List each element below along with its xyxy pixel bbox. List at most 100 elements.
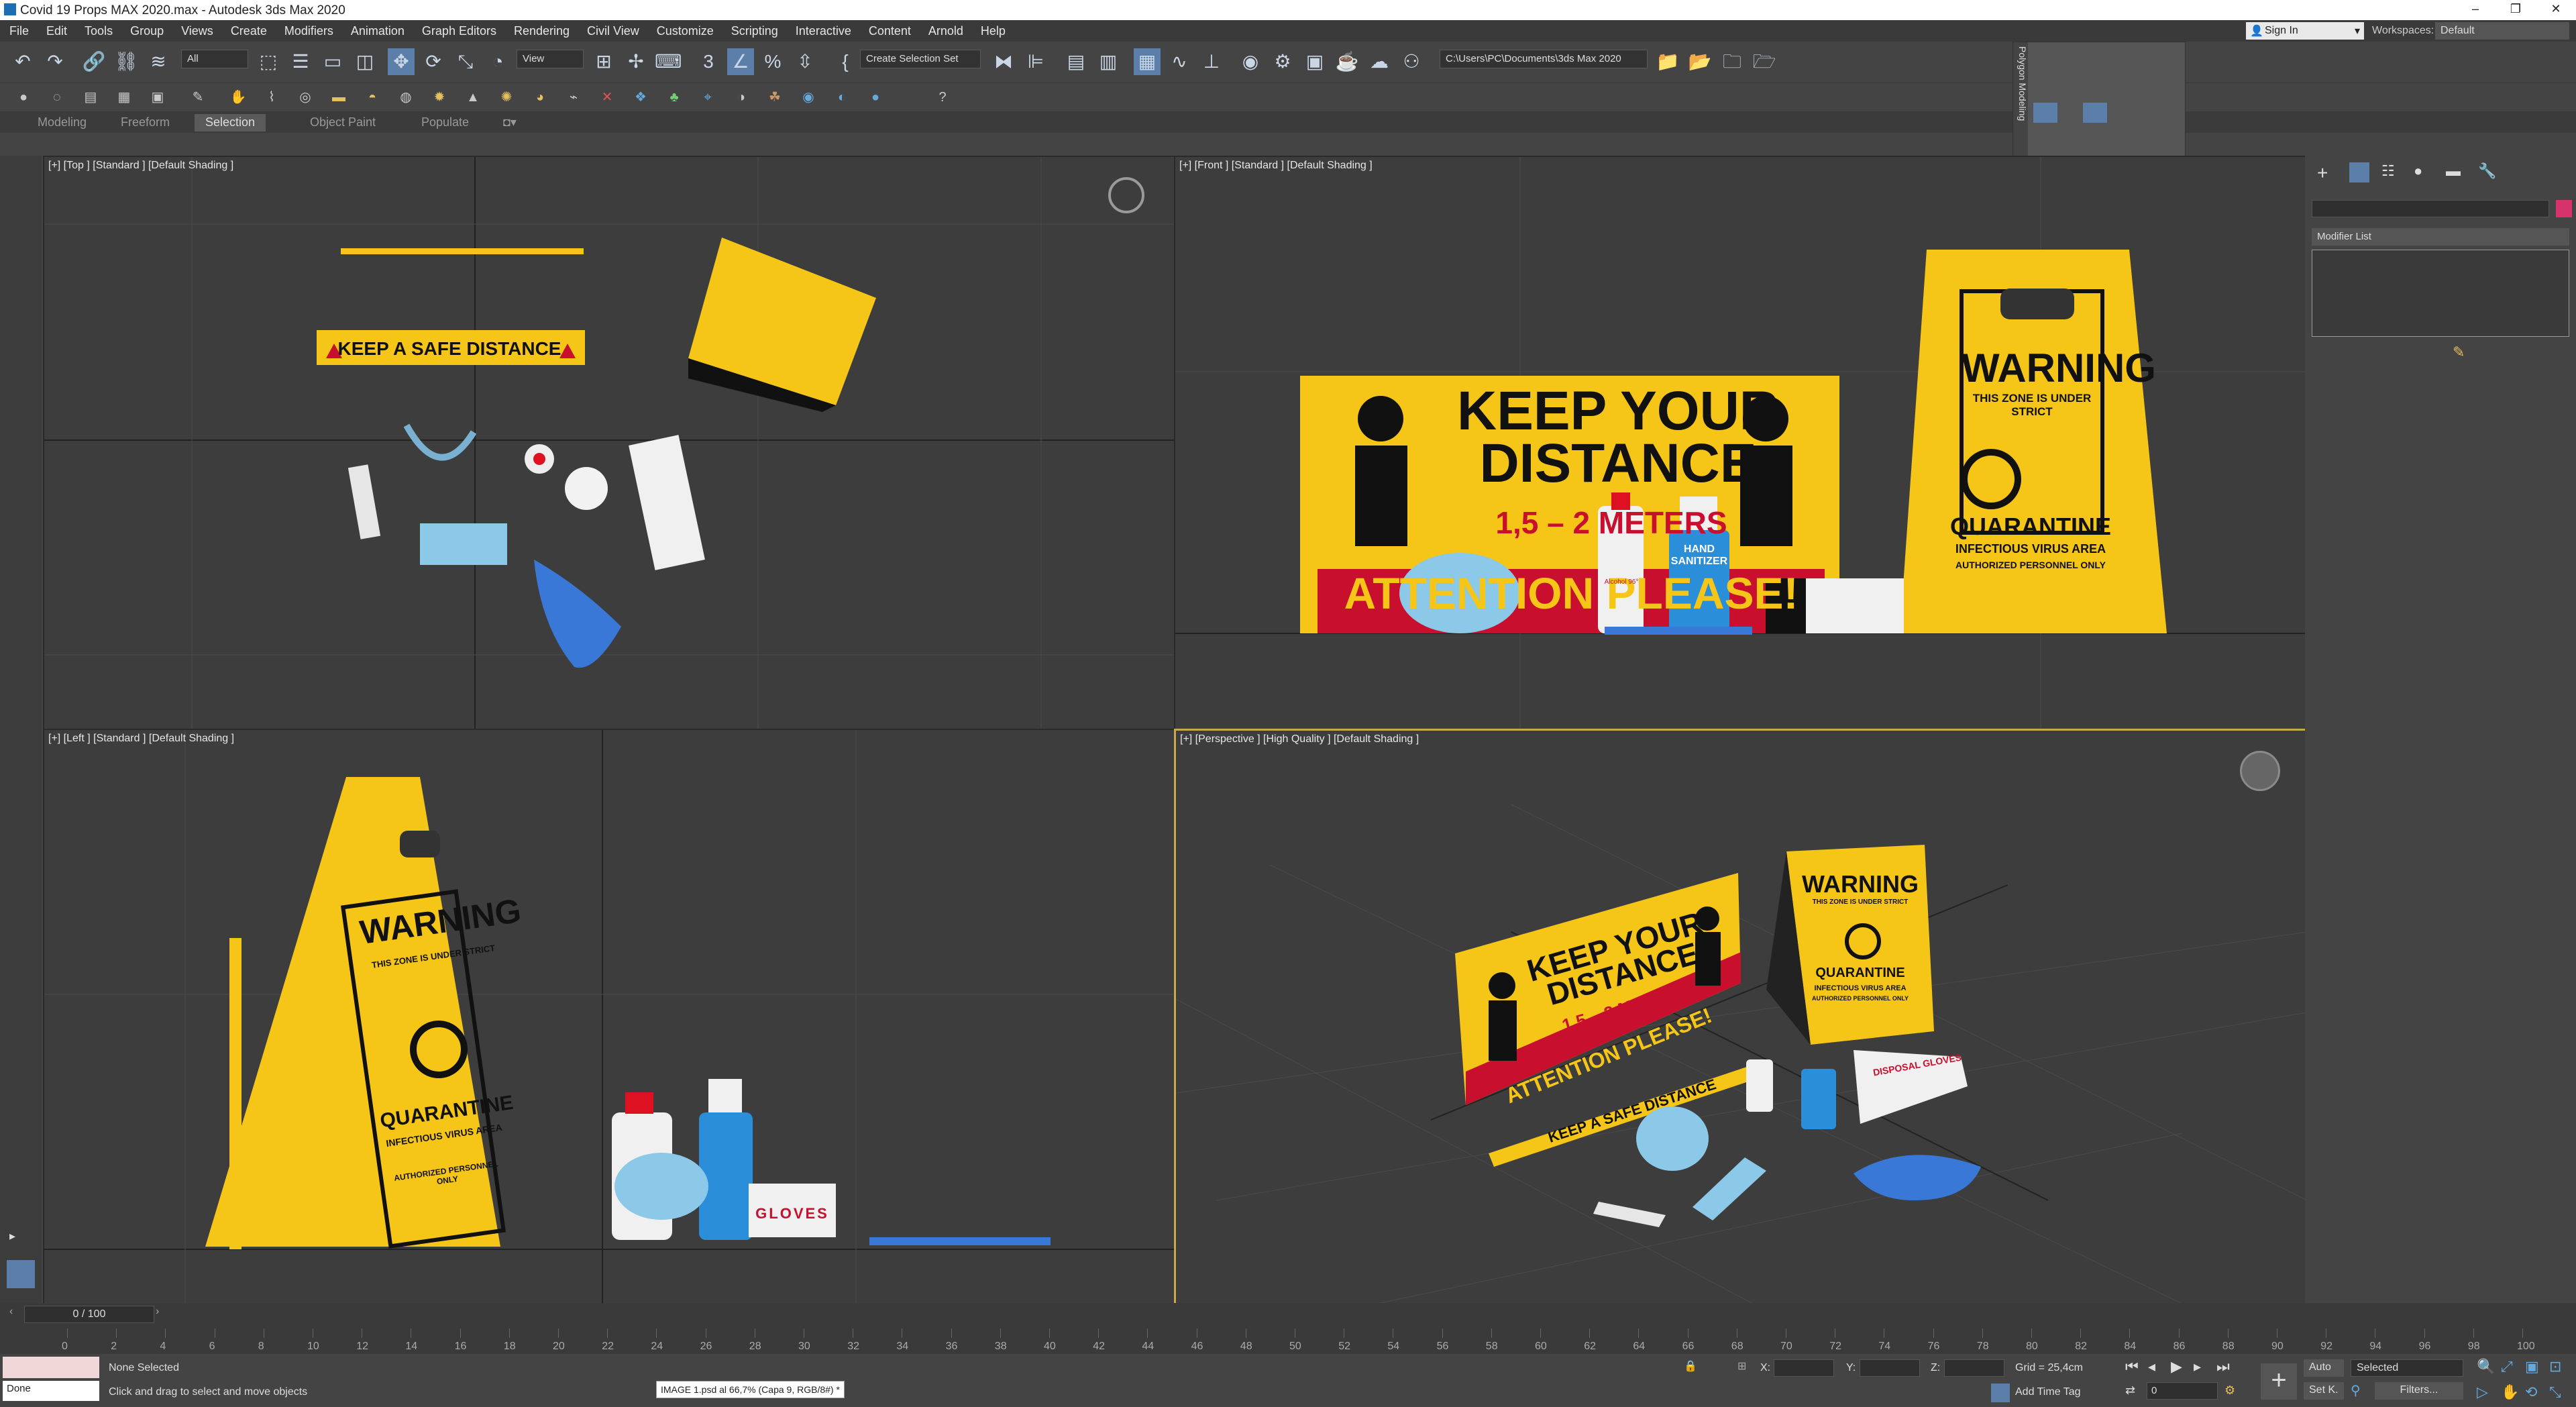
snaps-toggle-icon[interactable]: 3 xyxy=(695,48,722,75)
undo-icon[interactable]: ↶ xyxy=(9,48,36,75)
render-production-icon[interactable]: ☕ xyxy=(1334,48,1360,75)
rendered-frame-icon[interactable]: ▣ xyxy=(1301,48,1328,75)
tab-selection[interactable]: Selection xyxy=(195,114,266,132)
vertex-mode-icon[interactable] xyxy=(2033,103,2057,123)
tab-populate[interactable]: Populate xyxy=(411,114,480,132)
modifier-list-select[interactable]: Modifier List xyxy=(2312,228,2569,246)
pivot-center-icon[interactable]: ⊞ xyxy=(590,48,617,75)
selection-filter-select[interactable]: All xyxy=(181,50,248,68)
menu-content[interactable]: Content xyxy=(859,20,919,38)
keyboard-shortcut-icon[interactable]: ⌨ xyxy=(655,48,682,75)
slider-left-arrow[interactable]: ‹ xyxy=(9,1306,23,1322)
spinner-snap-icon[interactable]: ⇳ xyxy=(792,48,818,75)
play-icon[interactable]: ▶ xyxy=(2171,1358,2182,1375)
set-key-icon[interactable]: + xyxy=(2261,1363,2297,1400)
pan-icon[interactable]: ✋ xyxy=(2501,1384,2519,1401)
menu-edit[interactable]: Edit xyxy=(37,20,75,38)
track-bar[interactable]: 0 2 4 6 8 10 12 14 16 18 20 22 24 26 28 30 32 34 36 38 40 42 4… xyxy=(0,1327,2576,1354)
window-crossing-icon[interactable]: ◫ xyxy=(352,48,378,75)
menu-file[interactable]: File xyxy=(0,20,37,38)
frame-counter[interactable]: 0 / 100 xyxy=(24,1306,154,1323)
tab-object-paint[interactable]: Object Paint xyxy=(299,114,386,132)
unlink-icon[interactable]: ⛓ xyxy=(113,48,140,75)
menu-tools[interactable]: Tools xyxy=(75,20,121,38)
select-manipulate-icon[interactable]: ✢ xyxy=(623,48,649,75)
filters-button[interactable]: Filters... xyxy=(2375,1382,2463,1400)
placement-icon[interactable]: ◔ xyxy=(484,48,511,75)
material-editor-icon[interactable]: ◉ xyxy=(1237,48,1264,75)
project-folder-select[interactable]: C:\Users\PC\Documents\3ds Max 2020 xyxy=(1440,50,1648,68)
viewcube-perspective-icon[interactable] xyxy=(2240,751,2280,791)
sun-icon[interactable]: ✺ xyxy=(496,87,517,107)
cylinder-icon[interactable]: ◍ xyxy=(396,87,416,107)
current-frame-field[interactable]: 0 xyxy=(2147,1382,2218,1400)
layer-explorer-icon[interactable]: ▥ xyxy=(1095,48,1122,75)
box-icon[interactable]: ▬ xyxy=(329,87,349,107)
viewport-left[interactable]: [+] [Left ] [Standard ] [Default Shading… xyxy=(43,729,1175,1304)
time-slider[interactable]: ‹ 0 / 100 › xyxy=(0,1303,2576,1327)
zoom-all-icon[interactable]: ⤢ xyxy=(2501,1358,2513,1375)
lasso-icon[interactable]: ◌ xyxy=(47,87,67,107)
orbit-icon[interactable]: ⟲ xyxy=(2525,1384,2537,1401)
slider-right-arrow[interactable]: › xyxy=(156,1306,169,1322)
viewport-front[interactable]: [+] [Front ] [Standard ] [Default Shadin… xyxy=(1174,156,2308,730)
z-coordinate-field[interactable] xyxy=(1944,1359,2004,1377)
zoom-extents-all-icon[interactable]: ⊡ xyxy=(2549,1358,2561,1375)
menu-modifiers[interactable]: Modifiers xyxy=(275,20,341,38)
bind-space-warp-icon[interactable]: ≋ xyxy=(145,48,172,75)
reference-coord-select[interactable]: View xyxy=(517,50,584,68)
play-strip-icon[interactable]: ▸ xyxy=(9,1229,32,1249)
tool-e-icon[interactable]: ⌖ xyxy=(698,87,718,107)
y-coordinate-field[interactable] xyxy=(1860,1359,1920,1377)
tool-a-icon[interactable]: ⌁ xyxy=(564,87,584,107)
select-scale-icon[interactable]: ⤡ xyxy=(452,48,479,75)
fov-icon[interactable]: ▷ xyxy=(2477,1384,2488,1401)
time-config-icon[interactable]: ⚙ xyxy=(2224,1384,2235,1398)
sign-in-button[interactable]: 👤 Sign In ▾ xyxy=(2246,22,2364,40)
menu-help[interactable]: Help xyxy=(971,20,1014,38)
redo-icon[interactable]: ↷ xyxy=(42,48,68,75)
mirror-icon[interactable]: ⧓ xyxy=(990,48,1017,75)
lock-icon[interactable]: 🔒 xyxy=(1684,1359,1697,1373)
menu-scripting[interactable]: Scripting xyxy=(722,20,786,38)
prev-frame-icon[interactable]: ◂ xyxy=(2148,1358,2155,1375)
menu-civil-view[interactable]: Civil View xyxy=(578,20,647,38)
layer-icon[interactable]: ▦ xyxy=(114,87,134,107)
sphere-primitive-icon[interactable]: ◓ xyxy=(362,87,382,107)
zoom-icon[interactable]: 🔍 xyxy=(2477,1358,2495,1375)
viewport-top-label[interactable]: [+] [Top ] [Standard ] [Default Shading … xyxy=(48,160,233,172)
menu-rendering[interactable]: Rendering xyxy=(504,20,578,38)
named-selection-sets-select[interactable]: Create Selection Set xyxy=(860,50,981,68)
help-icon[interactable]: ? xyxy=(932,87,953,107)
goto-start-icon[interactable]: ⏮ xyxy=(2125,1358,2139,1375)
link-icon[interactable]: 🔗 xyxy=(80,48,107,75)
sphere-tool-icon[interactable]: ● xyxy=(13,87,34,107)
brush-icon[interactable]: ⌇ xyxy=(262,87,282,107)
paint-icon[interactable]: ✎ xyxy=(188,87,208,107)
menu-animation[interactable]: Animation xyxy=(341,20,413,38)
doc-icon[interactable]: ▣ xyxy=(148,87,168,107)
object-color-swatch[interactable] xyxy=(2556,200,2572,217)
edge-mode-icon[interactable] xyxy=(2083,103,2107,123)
asset-tracking-icon[interactable]: 🗁 xyxy=(1751,48,1778,75)
rect-selection-icon[interactable]: ▭ xyxy=(319,48,346,75)
workspace-select[interactable]: Default xyxy=(2435,22,2569,40)
tab-freeform[interactable]: Freeform xyxy=(110,114,180,132)
configure-modifier-icon[interactable]: ✎ xyxy=(2453,344,2473,360)
auto-key-button[interactable]: Auto xyxy=(2304,1359,2344,1377)
polygon-modeling-label[interactable]: Polygon Modeling xyxy=(2013,42,2028,164)
modify-tab-icon[interactable] xyxy=(2349,162,2369,183)
render-in-cloud-icon[interactable]: ⚇ xyxy=(1398,48,1425,75)
tool-h-icon[interactable]: ◉ xyxy=(798,87,818,107)
maximize-viewport-icon[interactable]: ⤡ xyxy=(2549,1384,2561,1401)
create-tab-icon[interactable]: + xyxy=(2317,162,2337,183)
goto-end-icon[interactable]: ⏭ xyxy=(2216,1358,2230,1375)
scene-explorer-icon[interactable]: ▤ xyxy=(1063,48,1089,75)
project-icon[interactable]: 📂 xyxy=(1686,48,1713,75)
maxscript-status[interactable]: Done xyxy=(3,1381,99,1401)
key-filter-select[interactable]: Selected xyxy=(2351,1359,2463,1377)
open-folder-icon[interactable]: 📁 xyxy=(1654,48,1681,75)
close-button[interactable]: ✕ xyxy=(2536,2,2576,18)
select-move-icon[interactable]: ✥ xyxy=(388,48,415,75)
viewport-perspective[interactable]: [+] [Perspective ] [High Quality ] [Defa… xyxy=(1174,729,2309,1306)
